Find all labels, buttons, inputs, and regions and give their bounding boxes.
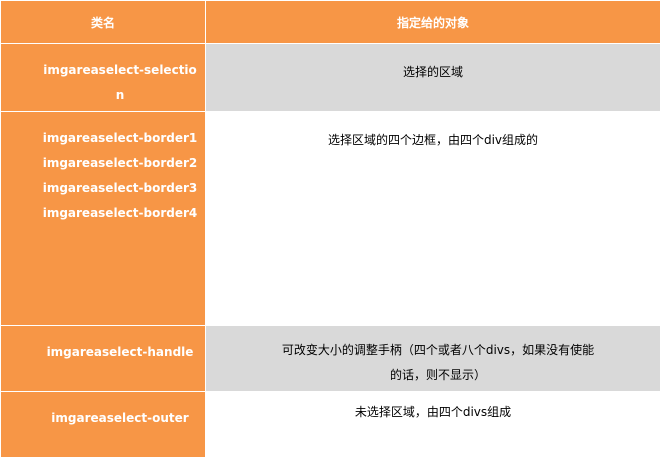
- row-description: 可改变大小的调整手柄（四个或者八个divs，如果没有使能的话，则不显示）: [205, 325, 661, 392]
- class-name-text: imgareaselect-border4: [42, 206, 198, 220]
- header-class-name: 类名: [0, 0, 206, 44]
- class-name-text: imgareaselect-border3: [42, 181, 198, 195]
- row-class-name: imgareaselect-outer: [0, 391, 206, 458]
- row-class-name: imgareaselect-border1 imgareaselect-bord…: [0, 111, 206, 326]
- class-table: 类名 指定给的对象 imgareaselect-selection 选择的区域 …: [0, 0, 661, 458]
- table-row: imgareaselect-handle 可改变大小的调整手柄（四个或者八个di…: [0, 325, 661, 392]
- table-row: imgareaselect-selection 选择的区域: [0, 43, 661, 112]
- class-name-text: imgareaselect-border1: [42, 131, 198, 145]
- class-name-text: imgareaselect-border2: [42, 156, 198, 170]
- table-row: imgareaselect-border1 imgareaselect-bord…: [0, 111, 661, 326]
- row-description: 选择的区域: [205, 43, 661, 112]
- row-class-name: imgareaselect-selection: [0, 43, 206, 112]
- class-name-text: imgareaselect-selection: [43, 63, 197, 102]
- row-description: 选择区域的四个边框，由四个div组成的: [205, 111, 661, 326]
- table-header-row: 类名 指定给的对象: [0, 0, 661, 44]
- class-name-text: imgareaselect-handle: [46, 345, 194, 359]
- row-class-name: imgareaselect-handle: [0, 325, 206, 392]
- class-name-text: imgareaselect-outer: [51, 411, 189, 425]
- table-row: imgareaselect-outer 未选择区域，由四个divs组成: [0, 391, 661, 458]
- row-description: 未选择区域，由四个divs组成: [205, 391, 661, 458]
- header-target: 指定给的对象: [205, 0, 661, 44]
